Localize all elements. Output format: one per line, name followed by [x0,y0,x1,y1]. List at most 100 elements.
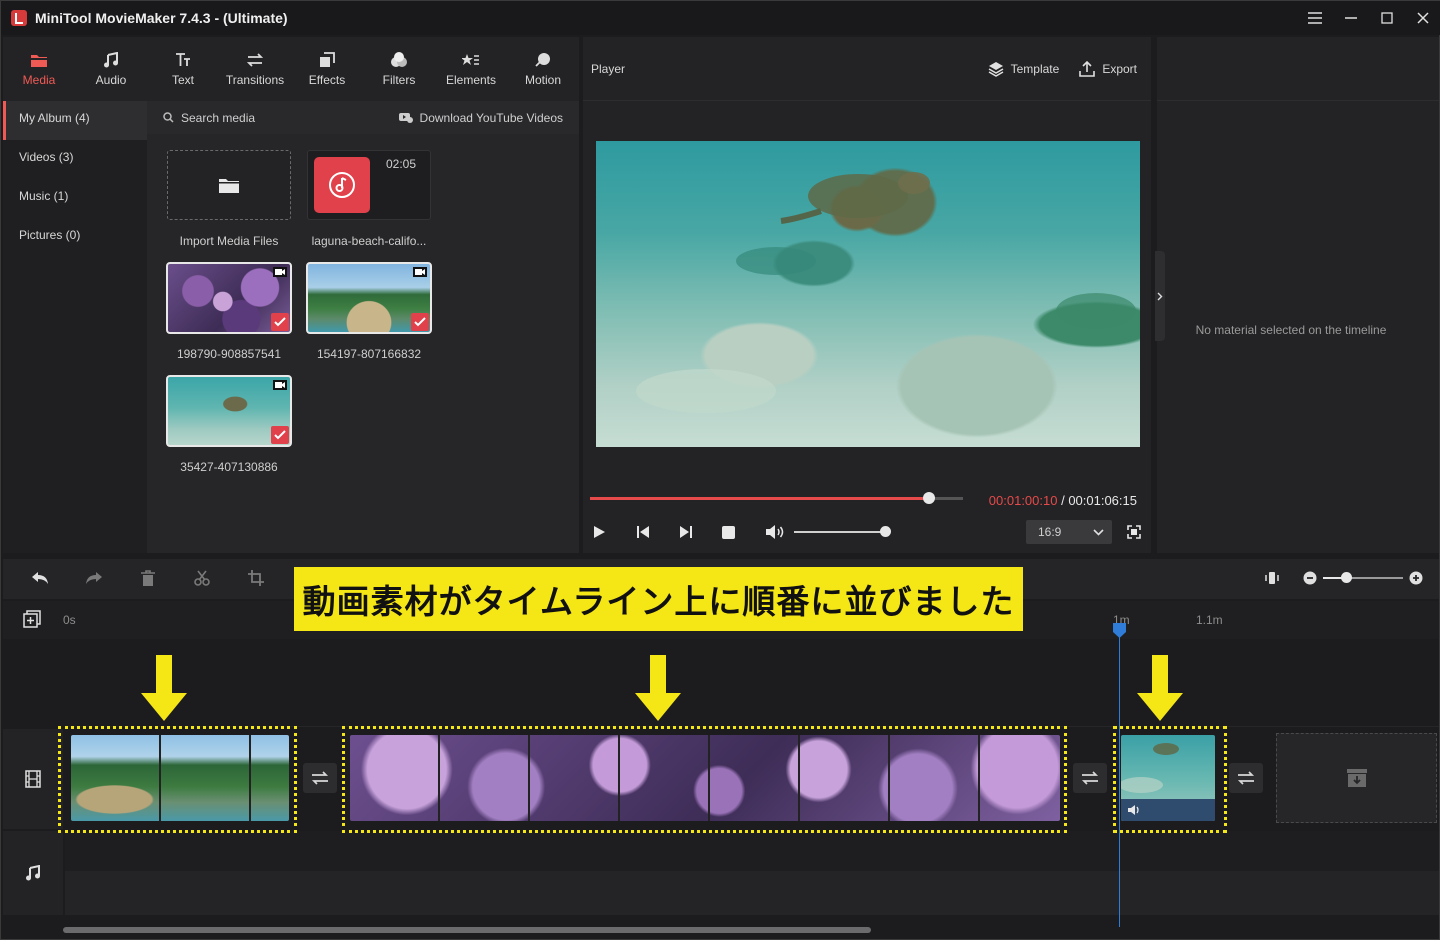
video-thumbnail[interactable] [166,375,292,447]
zoom-slider-knob[interactable] [1341,572,1352,583]
media-tile-music[interactable]: 02:05 laguna-beach-califo... [307,150,431,248]
playback-progress-bar[interactable] [590,492,963,504]
search-icon [163,112,174,123]
export-button[interactable]: Export [1079,60,1137,77]
transition-slot[interactable] [1229,763,1263,793]
aspect-ratio-select[interactable]: 16:9 [1026,520,1112,544]
empty-overlay-lane [65,639,1439,727]
total-time: 00:01:06:15 [1068,493,1137,508]
text-icon [176,52,190,66]
tab-media[interactable]: Media [3,37,75,101]
tile-name: Import Media Files [179,234,279,248]
highlight-box-clip-3 [1113,726,1227,833]
template-button[interactable]: Template [988,61,1059,77]
timeline-scrollbar[interactable] [63,927,871,933]
volume-button[interactable] [765,522,794,542]
zoom-out-icon[interactable] [1303,571,1317,585]
transition-slot[interactable] [303,763,337,793]
player-header: Player Template Export [583,37,1151,101]
youtube-download-icon [398,113,413,123]
app-logo-icon [11,10,27,26]
video-camera-icon [273,380,287,390]
video-preview[interactable] [596,141,1140,447]
progress-knob[interactable] [923,492,936,504]
tab-filters[interactable]: Filters [363,37,435,101]
video-thumbnail[interactable] [306,262,432,334]
highlight-box-clip-2 [342,726,1067,833]
minimize-button[interactable] [1333,1,1369,35]
transition-arrows-icon [311,771,329,785]
redo-button[interactable] [85,570,103,591]
add-clip-dropzone[interactable] [1276,733,1437,823]
empty-selection-message: No material selected on the timeline [1195,323,1387,337]
play-button[interactable] [593,522,636,542]
search-input[interactable]: Search media [163,111,255,125]
export-icon [1079,60,1096,77]
tab-audio[interactable]: Audio [75,37,147,101]
timecode-display: 00:01:00:10 / 00:01:06:15 [989,493,1137,508]
highlight-box-clip-1 [58,726,297,833]
tile-name: 154197-807166832 [316,347,422,361]
media-tile-video[interactable]: 198790-908857541 [166,262,292,361]
motion-icon [535,52,550,67]
import-dropzone[interactable] [167,150,291,220]
video-thumbnail[interactable] [166,262,292,334]
crop-button[interactable] [248,570,264,591]
import-media-tile[interactable]: Import Media Files [167,150,291,248]
audio-lane-2 [65,871,1439,915]
stop-button[interactable] [722,522,765,542]
tab-motion[interactable]: Motion [507,37,579,101]
sidebar-item-my-album[interactable]: My Album (4) [3,101,147,140]
volume-slider[interactable] [794,526,891,537]
film-strip-icon [25,770,41,788]
previous-frame-button[interactable] [636,522,679,542]
sidebar-item-music[interactable]: Music (1) [3,179,147,218]
fit-timeline-icon[interactable] [1265,571,1279,585]
tile-name: laguna-beach-califo... [311,234,427,248]
delete-button[interactable] [140,570,156,592]
next-frame-button[interactable] [679,522,722,542]
chevron-right-icon [1157,292,1163,300]
transition-arrows-icon [247,52,263,67]
stop-icon [722,525,735,539]
maximize-button[interactable] [1369,1,1405,35]
download-youtube-button[interactable]: Download YouTube Videos [398,111,563,125]
tab-effects[interactable]: Effects [291,37,363,101]
filters-icon [391,51,407,67]
zoom-slider[interactable] [1323,572,1403,583]
volume-knob[interactable] [880,526,891,537]
transition-slot[interactable] [1073,763,1107,793]
fullscreen-button[interactable] [1127,525,1141,544]
tab-text[interactable]: Text [147,37,219,101]
zoom-in-icon[interactable] [1409,571,1423,585]
play-icon [594,526,605,538]
tile-name: 198790-908857541 [176,347,282,361]
fullscreen-icon [1127,525,1141,539]
checkmark-icon [271,426,289,444]
tab-transitions[interactable]: Transitions [219,37,291,101]
timeline-zoom-control [1265,571,1423,585]
video-track-header [3,729,63,829]
music-thumbnail[interactable]: 02:05 [307,150,431,220]
add-track-button[interactable] [23,610,41,633]
media-library: Search media Download YouTube Videos Imp… [147,101,579,553]
properties-panel: No material selected on the timeline [1155,37,1439,553]
timeline-tracks [3,639,1439,929]
menu-icon[interactable] [1297,1,1333,35]
sidebar-item-pictures[interactable]: Pictures (0) [3,218,147,257]
tile-name: 35427-407130886 [180,460,278,474]
tab-elements[interactable]: Elements [435,37,507,101]
annotation-banner: 動画素材がタイムライン上に順番に並びました [294,567,1023,631]
split-button[interactable] [194,570,210,591]
media-tile-video[interactable]: 35427-407130886 [166,375,292,474]
media-tile-video[interactable]: 154197-807166832 [306,262,432,361]
music-note-icon [26,865,40,881]
undo-button[interactable] [31,570,49,591]
import-box-icon [1346,769,1367,787]
progress-fill [590,497,930,500]
close-button[interactable] [1405,1,1440,35]
playhead-line[interactable] [1119,627,1120,927]
add-track-icon [23,610,41,628]
sidebar-item-videos[interactable]: Videos (3) [3,140,147,179]
player-title: Player [591,61,626,76]
